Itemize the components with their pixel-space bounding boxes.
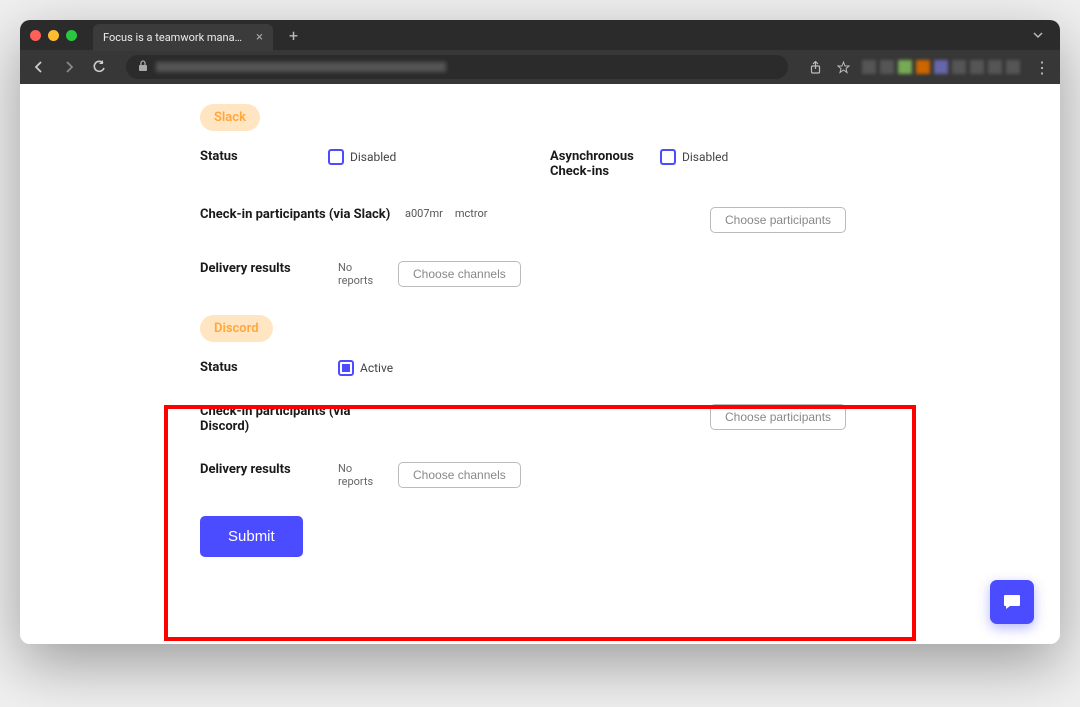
toolbar-right: ⋮: [806, 58, 1050, 77]
new-tab-button[interactable]: +: [289, 26, 298, 45]
extension-icons: [862, 60, 1020, 74]
maximize-window-button[interactable]: [66, 30, 77, 41]
kebab-menu-icon[interactable]: ⋮: [1034, 58, 1050, 77]
chat-widget-button[interactable]: [990, 580, 1034, 624]
slack-async-value: Disabled: [682, 150, 728, 164]
address-bar[interactable]: [126, 55, 788, 79]
close-window-button[interactable]: [30, 30, 41, 41]
forward-button[interactable]: [60, 60, 78, 74]
discord-status-checkbox[interactable]: [338, 360, 354, 376]
minimize-window-button[interactable]: [48, 30, 59, 41]
discord-choose-participants-button[interactable]: Choose participants: [710, 404, 846, 430]
extension-icon[interactable]: [898, 60, 912, 74]
slack-delivery-label: Delivery results: [200, 261, 328, 276]
discord-status-label: Status: [200, 360, 328, 375]
addressbar-row: ⋮: [20, 50, 1060, 84]
close-tab-icon[interactable]: ×: [256, 30, 263, 45]
slack-delivery-value: No reports: [338, 261, 388, 287]
discord-delivery-value: No reports: [338, 462, 388, 488]
traffic-lights: [30, 30, 77, 41]
extension-icon[interactable]: [916, 60, 930, 74]
participant-item: mctror: [455, 207, 488, 220]
back-button[interactable]: [30, 60, 48, 74]
slack-participants-label: Check-in participants (via Slack): [200, 207, 395, 222]
settings-card: Slack Status Disabled Asynchronous Check…: [190, 84, 890, 597]
slack-async-checkbox[interactable]: [660, 149, 676, 165]
extension-icon[interactable]: [862, 60, 876, 74]
slack-choose-participants-button[interactable]: Choose participants: [710, 207, 846, 233]
slack-async-label: Asynchronous Check-ins: [550, 149, 660, 179]
section-pill-discord: Discord: [200, 315, 273, 342]
extension-icon[interactable]: [934, 60, 948, 74]
section-pill-slack: Slack: [200, 104, 260, 131]
slack-choose-channels-button[interactable]: Choose channels: [398, 261, 521, 287]
page-content: Slack Status Disabled Asynchronous Check…: [20, 84, 1060, 644]
discord-participants-label: Check-in participants (via Discord): [200, 404, 395, 434]
extension-icon[interactable]: [952, 60, 966, 74]
bookmark-star-icon[interactable]: [834, 61, 852, 74]
discord-choose-channels-button[interactable]: Choose channels: [398, 462, 521, 488]
extension-icon[interactable]: [988, 60, 1002, 74]
slack-status-value: Disabled: [350, 150, 396, 164]
extension-icon[interactable]: [880, 60, 894, 74]
url-text-obscured: [156, 62, 446, 72]
extension-icon[interactable]: [1006, 60, 1020, 74]
share-icon[interactable]: [806, 61, 824, 74]
browser-tab[interactable]: Focus is a teamwork managem ×: [93, 24, 273, 51]
chevron-down-icon[interactable]: [1032, 26, 1044, 45]
submit-button[interactable]: Submit: [200, 516, 303, 557]
slack-participants-list: a007mr mctror: [405, 207, 488, 220]
extension-icon[interactable]: [970, 60, 984, 74]
reload-button[interactable]: [90, 60, 108, 74]
titlebar: Focus is a teamwork managem × +: [20, 20, 1060, 50]
slack-status-label: Status: [200, 149, 328, 164]
tab-title: Focus is a teamwork managem: [103, 31, 244, 44]
browser-window: Focus is a teamwork managem × +: [20, 20, 1060, 644]
slack-status-checkbox[interactable]: [328, 149, 344, 165]
participant-item: a007mr: [405, 207, 443, 220]
discord-delivery-label: Delivery results: [200, 462, 328, 477]
discord-status-value: Active: [360, 361, 393, 375]
chat-icon: [1002, 592, 1022, 612]
lock-icon: [138, 60, 148, 75]
